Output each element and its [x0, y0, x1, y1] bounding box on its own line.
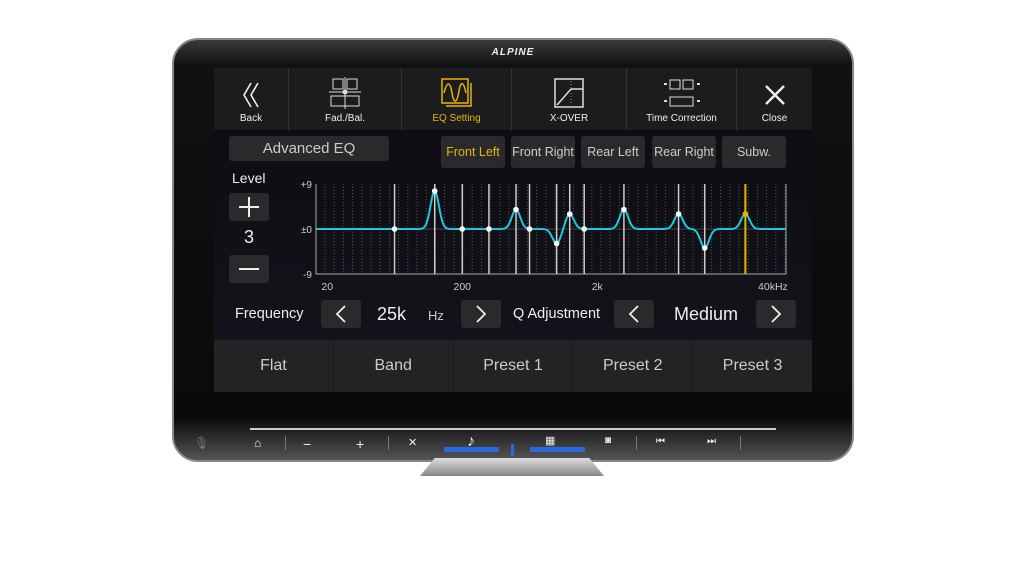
frequency-next-button[interactable] — [461, 300, 501, 328]
preset-flat[interactable]: Flat — [214, 340, 334, 392]
time-correction-icon — [663, 79, 700, 107]
camera-icon[interactable]: ◙ — [605, 435, 611, 446]
brand-logo: ALPINE — [491, 47, 535, 58]
crossover-icon — [554, 78, 584, 108]
preset-band[interactable]: Band — [334, 340, 454, 392]
volume-up-button[interactable]: + — [356, 436, 364, 452]
screen: Back Fad./Bal. EQ Setting X-OVER Time Co… — [214, 68, 812, 392]
menu-button-light — [530, 447, 585, 452]
band-point — [581, 226, 587, 232]
eq-curve — [316, 189, 786, 250]
y-tick-label: -9 — [303, 270, 312, 281]
back-button[interactable]: Back — [214, 68, 289, 130]
level-minus-button[interactable] — [229, 255, 269, 283]
band-point — [553, 240, 560, 247]
y-tick-label: +9 — [301, 180, 313, 191]
band-point — [566, 211, 573, 217]
q-next-button[interactable] — [756, 300, 796, 328]
advanced-eq-button[interactable]: Advanced EQ — [229, 136, 389, 161]
band-point — [431, 188, 438, 194]
band-point — [513, 206, 519, 213]
x-tick-label: 40kHz — [758, 281, 788, 293]
channel-front-left[interactable]: Front Left — [441, 136, 505, 168]
q-prev-button[interactable] — [614, 300, 654, 328]
x-tick-label: 2k — [592, 281, 604, 293]
level-plus-button[interactable] — [229, 193, 269, 221]
mute-icon[interactable]: ✕ — [408, 436, 417, 449]
close-icon — [764, 85, 785, 105]
fader-balance-tab[interactable]: Fad./Bal. — [289, 68, 402, 130]
control-strip-line — [250, 428, 776, 430]
fader-balance-icon — [329, 77, 361, 109]
preset-bar: Flat Band Preset 1 Preset 2 Preset 3 — [214, 340, 812, 392]
chevron-left-icon — [335, 305, 346, 323]
top-navigation: Back Fad./Bal. EQ Setting X-OVER Time Co… — [214, 68, 812, 130]
channel-rear-left[interactable]: Rear Left — [581, 136, 645, 168]
frequency-unit: Hz — [428, 308, 444, 323]
band-point — [486, 226, 492, 232]
chevron-left-icon — [628, 305, 639, 323]
band-point — [621, 206, 627, 213]
channel-front-right[interactable]: Front Right — [511, 136, 575, 168]
double-chevron-left-icon — [243, 82, 259, 108]
center-indicator — [511, 444, 514, 456]
channel-subwoofer[interactable]: Subw. — [722, 136, 786, 168]
microphone-icon: 🎙 — [194, 436, 210, 450]
divider — [740, 436, 741, 450]
eq-graph[interactable]: +9 ±0 -9 20 200 2k 40kHz — [284, 176, 794, 298]
previous-track-icon[interactable]: ⏮ — [656, 436, 665, 447]
close-button[interactable]: Close — [737, 68, 812, 130]
band-point — [675, 211, 682, 217]
divider — [285, 436, 286, 450]
band-point — [701, 245, 708, 251]
frequency-prev-button[interactable] — [321, 300, 361, 328]
q-value: Medium — [673, 304, 739, 324]
band-point — [391, 226, 398, 232]
preset-2[interactable]: Preset 2 — [573, 340, 694, 392]
divider — [636, 436, 637, 450]
preset-1[interactable]: Preset 1 — [454, 340, 574, 392]
volume-down-button[interactable]: − — [303, 436, 311, 452]
channel-rear-right[interactable]: Rear Right — [652, 136, 716, 168]
divider — [388, 436, 389, 450]
grid-menu-icon[interactable]: ▦ — [545, 434, 555, 447]
level-label: Level — [232, 170, 266, 186]
plus-icon — [239, 197, 259, 217]
chevron-right-icon — [771, 305, 782, 323]
band-point — [742, 211, 749, 217]
frequency-value: 25k — [377, 304, 407, 324]
front-panel-handle — [420, 458, 604, 476]
x-tick-label: 20 — [321, 281, 333, 293]
band-point — [526, 226, 533, 232]
x-over-tab[interactable]: X-OVER — [512, 68, 627, 130]
preset-3[interactable]: Preset 3 — [693, 340, 812, 392]
music-note-icon[interactable]: ♪ — [467, 433, 475, 451]
eq-setting-tab[interactable]: EQ Setting — [402, 68, 512, 130]
eq-wave-icon — [440, 78, 472, 107]
minus-icon — [239, 268, 259, 270]
band-point — [459, 226, 466, 232]
x-tick-label: 200 — [454, 281, 472, 293]
time-correction-tab[interactable]: Time Correction — [627, 68, 737, 130]
voice-control-icon[interactable]: ⌂ — [254, 436, 261, 450]
y-tick-label: ±0 — [301, 225, 312, 236]
level-value: 3 — [243, 227, 254, 247]
next-track-icon[interactable]: ⏭ — [707, 436, 716, 447]
frequency-label: Frequency — [235, 306, 304, 322]
q-adjustment-label: Q Adjustment — [513, 306, 601, 322]
chevron-right-icon — [476, 305, 487, 323]
